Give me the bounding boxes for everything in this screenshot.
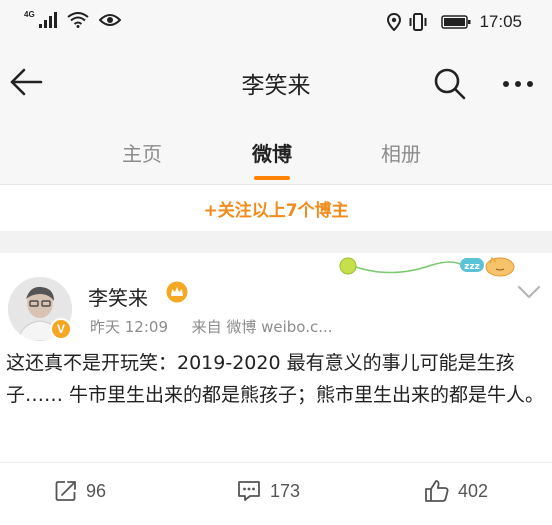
- status-left: 4G: [24, 9, 121, 28]
- repost-button[interactable]: 96: [54, 479, 106, 503]
- chevron-down-icon: [518, 286, 540, 298]
- thumbs-up-icon: [425, 480, 449, 502]
- repost-icon: [55, 481, 76, 501]
- status-right: 17:05: [387, 12, 522, 32]
- comment-button[interactable]: 173: [236, 479, 300, 503]
- post-body: 这还真不是开玩笑：2019-2020 最有意义的事儿可能是生孩子…… 牛市里生出…: [6, 352, 545, 406]
- status-bar: 4G 17:05: [0, 0, 552, 46]
- card-decoration-sleeping-cat: zzz: [339, 257, 515, 277]
- comment-icon: [238, 481, 260, 501]
- like-button[interactable]: 402: [424, 479, 488, 503]
- tab-weibo[interactable]: 微博: [237, 138, 307, 167]
- profile-tabs: 主页 微博 相册: [0, 118, 552, 185]
- post-source: 来自 微博 weibo.c...: [191, 318, 333, 336]
- repost-count: 96: [86, 480, 107, 501]
- post-options-button[interactable]: [516, 284, 542, 300]
- nav-bar: 李笑来: [0, 46, 552, 118]
- vibrate-icon: [409, 13, 427, 31]
- follow-bar: +关注以上7个博主: [0, 185, 552, 231]
- more-dots-icon: [503, 81, 533, 87]
- search-icon: [434, 68, 466, 100]
- signal-icon: [38, 12, 57, 28]
- eye-icon: [98, 14, 121, 26]
- post-actions: 96 173 402: [0, 462, 552, 521]
- status-time: 17:05: [479, 12, 522, 31]
- like-count: 402: [458, 480, 489, 501]
- battery-icon: [441, 15, 471, 29]
- post-meta: 昨天 12:09 来自 微博 weibo.c...: [90, 316, 333, 337]
- network-label: 4G: [24, 9, 35, 19]
- verified-badge-icon: V: [50, 318, 72, 340]
- member-crown-icon: [166, 281, 188, 303]
- active-tab-indicator: [254, 176, 290, 180]
- tab-album[interactable]: 相册: [366, 138, 436, 167]
- svg-text:zzz: zzz: [464, 262, 480, 272]
- location-icon: [387, 13, 402, 31]
- comment-count: 173: [270, 480, 301, 501]
- section-divider: [0, 231, 552, 253]
- post-time: 昨天 12:09: [90, 318, 168, 336]
- tab-home[interactable]: 主页: [107, 138, 177, 167]
- page-title: 李笑来: [241, 73, 311, 99]
- search-button[interactable]: [432, 66, 468, 102]
- follow-suggestions-link[interactable]: +关注以上7个博主: [203, 196, 348, 221]
- post-author[interactable]: 李笑来: [88, 282, 148, 311]
- wifi-icon: [67, 12, 89, 28]
- more-button[interactable]: [498, 70, 538, 98]
